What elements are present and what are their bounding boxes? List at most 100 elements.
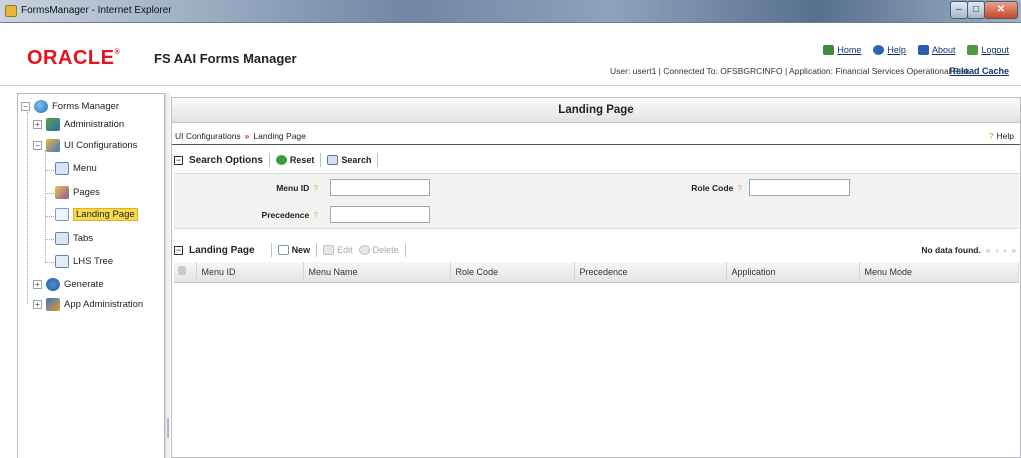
column-header-menu-name[interactable]: Menu Name [303,262,451,283]
tree-item-label: LHS Tree [73,256,114,267]
tabs-icon [55,232,69,245]
precedence-help-icon[interactable]: ? [313,210,318,220]
new-button[interactable]: New [277,245,311,255]
tree-connector [27,112,28,304]
tree-item-label: Generate [64,279,104,290]
breadcrumb-parent[interactable]: UI Configurations [175,131,241,141]
reset-label: Reset [289,155,315,165]
select-all-icon[interactable] [178,266,186,276]
app-header: ORACLE® FS AAI Forms Manager Home Help A… [0,23,1021,85]
tree-item-pages[interactable]: Pages [55,186,100,199]
expand-icon[interactable]: + [33,120,42,129]
collapse-icon[interactable]: − [33,141,42,150]
tree-item-app-administration[interactable]: + App Administration [33,298,143,311]
tree-item-label: App Administration [64,299,144,310]
help-icon [873,45,885,55]
tree-root-forms-manager[interactable]: − Forms Manager [21,100,119,113]
admin-icon [46,118,60,131]
first-page-button[interactable]: « [986,245,991,255]
menu-id-help-icon[interactable]: ? [313,183,318,193]
home-label: Home [837,45,862,55]
new-label: New [291,245,311,255]
help-question-icon: ? [988,131,994,141]
tree-connector [45,239,54,240]
home-icon [823,45,835,55]
reload-cache-link[interactable]: Reload Cache [949,66,1009,76]
column-header-precedence[interactable]: Precedence [574,262,727,283]
edit-button[interactable]: Edit [323,245,353,255]
tree-item-label: Tabs [73,233,94,244]
grid-header-row: Menu ID Menu Name Role Code Precedence A… [174,262,1019,283]
minimize-button[interactable]: – [950,1,968,19]
panel-splitter[interactable] [165,93,170,458]
product-name: FS AAI Forms Manager [154,51,297,66]
tree-item-lhs-tree[interactable]: LHS Tree [55,255,113,268]
tree-root-label: Forms Manager [52,101,120,112]
select-all-column[interactable] [174,262,197,283]
reset-button[interactable]: Reset [275,155,315,165]
home-link[interactable]: Home [823,45,861,55]
column-header-menu-id[interactable]: Menu ID [196,262,304,283]
collapse-icon[interactable]: − [21,102,30,111]
tree-item-tabs[interactable]: Tabs [55,232,93,245]
expand-icon[interactable]: + [33,280,42,289]
panel-title: Landing Page [172,98,1020,123]
panel-help-link[interactable]: ? Help [989,131,1014,141]
ie-icon [5,5,17,17]
role-code-label: Role Code? [658,183,742,193]
menu-id-input[interactable] [330,179,430,196]
collapse-list-icon[interactable]: − [174,245,183,255]
tree-connector [45,216,54,217]
last-page-button[interactable]: » [1011,245,1016,255]
tree-item-menu[interactable]: Menu [55,162,97,175]
landing-page-icon [55,208,69,221]
tree-item-landing-page[interactable]: Landing Page [55,208,138,221]
maximize-button[interactable]: □ [967,1,985,19]
column-header-role-code[interactable]: Role Code [450,262,575,283]
delete-label: Delete [372,245,399,255]
landing-page-grid: Menu ID Menu Name Role Code Precedence A… [174,262,1019,283]
close-button[interactable]: ✕ [984,1,1018,19]
tree-connector [45,262,54,263]
logout-link[interactable]: Logout [967,45,1009,55]
logout-label: Logout [981,45,1009,55]
toolbar-separator [268,153,270,167]
precedence-input[interactable] [330,206,430,223]
tree-item-ui-configurations[interactable]: − UI Configurations [33,139,137,152]
tree-item-generate[interactable]: + Generate [33,278,104,291]
top-links: Home Help About Logout [823,45,1009,55]
tree-item-administration[interactable]: + Administration [33,118,124,131]
search-options-bar: − Search Options Reset Search [174,151,379,169]
navigation-tree: − Forms Manager + Administration − UI Co… [17,93,165,458]
role-code-input[interactable] [749,179,850,196]
breadcrumb-separator-icon: » [244,131,250,141]
column-header-menu-mode[interactable]: Menu Mode [859,262,1019,283]
prev-page-button[interactable]: ‹ [996,245,999,255]
pagination: No data found. « ‹ › » [921,245,1016,255]
logo-mark: ® [114,49,121,56]
search-icon [327,155,339,165]
precedence-label-text: Precedence [261,210,310,220]
about-link[interactable]: About [917,45,956,55]
panel-help-label: Help [996,131,1014,141]
delete-button[interactable]: Delete [358,245,399,255]
help-label: Help [887,45,906,55]
about-label: About [931,45,956,55]
help-link[interactable]: Help [873,45,906,55]
app-admin-icon [46,298,60,311]
search-button[interactable]: Search [327,155,371,165]
ui-config-icon [46,139,60,152]
generate-icon [46,278,60,291]
precedence-label: Precedence? [218,210,318,220]
next-page-button[interactable]: › [1003,245,1006,255]
tree-connector [45,150,46,262]
user-connection-info: User: usert1 | Connected To: OFSBGRCINFO… [610,66,970,76]
role-code-help-icon[interactable]: ? [737,183,742,193]
role-code-label-text: Role Code [691,183,734,193]
about-icon [917,45,929,55]
collapse-search-icon[interactable]: − [174,155,183,165]
expand-icon[interactable]: + [33,300,42,309]
tree-item-label: Administration [64,119,125,130]
splitter-grip[interactable] [167,418,169,438]
column-header-application[interactable]: Application [726,262,860,283]
